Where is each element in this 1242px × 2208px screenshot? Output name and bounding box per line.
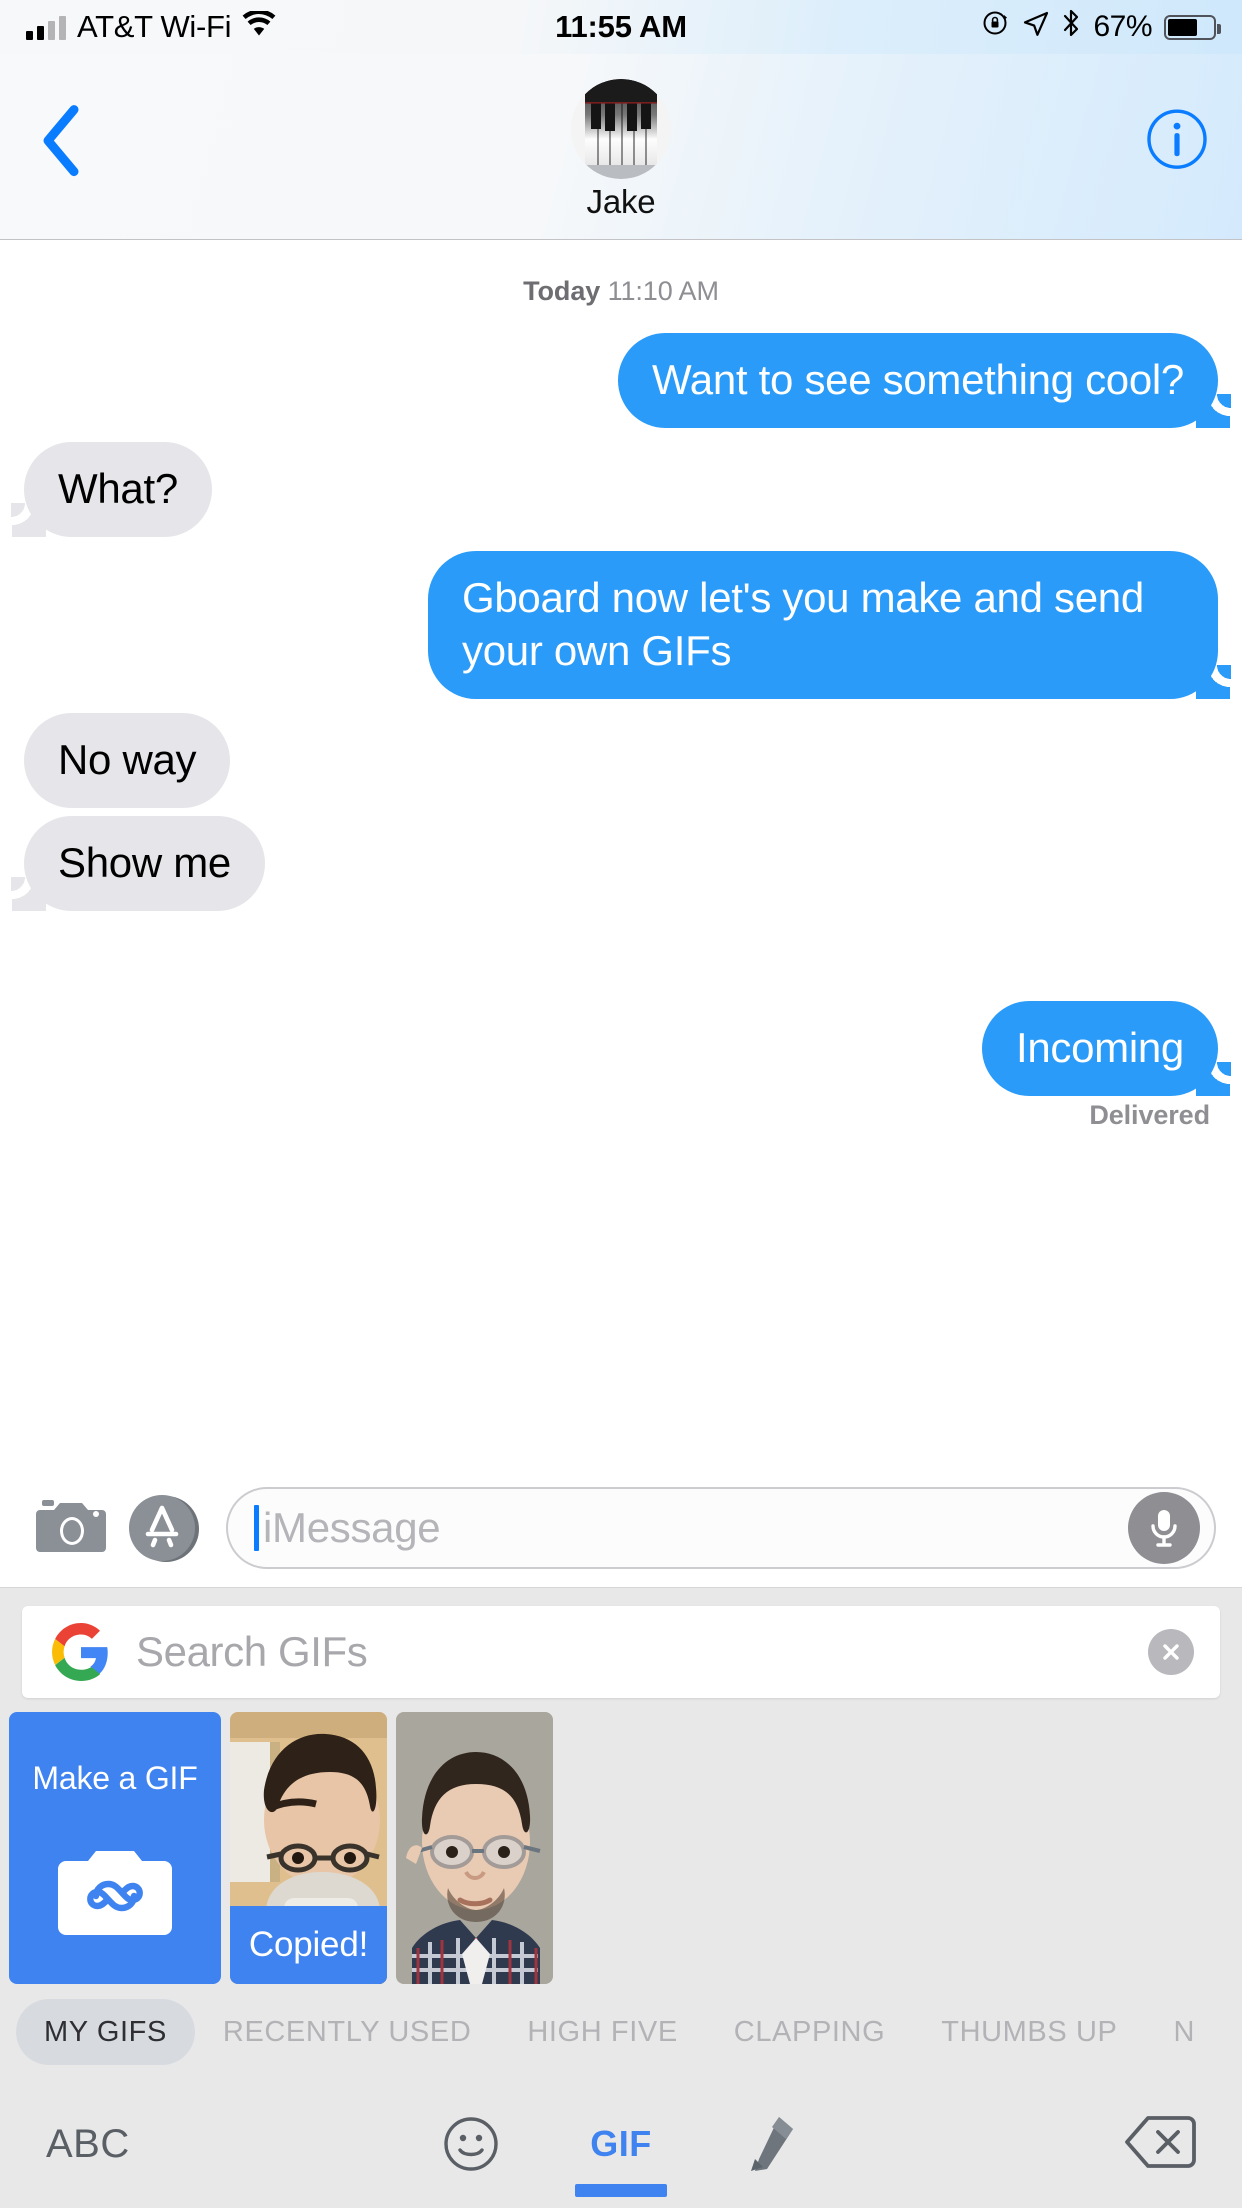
app-store-button[interactable] (118, 1482, 210, 1574)
info-button[interactable] (1146, 108, 1208, 175)
gif-tile[interactable]: Copied! (230, 1712, 387, 1984)
message-row: No way (24, 713, 1218, 808)
message-bubble-incoming[interactable]: Show me (11, 816, 265, 911)
message-bubble-incoming[interactable]: What? (11, 442, 212, 537)
wifi-icon (242, 9, 276, 45)
message-bubble-outgoing[interactable]: Want to see something cool? (618, 333, 1231, 428)
message-row: What? (11, 442, 1218, 537)
info-circle-icon (1147, 108, 1207, 169)
contact-name: Jake (586, 182, 656, 220)
gif-search-placeholder: Search GIFs (136, 1628, 368, 1675)
day-time: 11:10 AM (607, 276, 719, 306)
gif-tile[interactable] (396, 1712, 553, 1984)
text-cursor (254, 1504, 259, 1551)
make-a-gif-label: Make a GIF (32, 1760, 198, 1796)
clear-circle-icon (1163, 1644, 1179, 1660)
avatar[interactable] (571, 78, 671, 179)
make-a-gif-tile[interactable]: Make a GIF (9, 1712, 221, 1984)
status-bar-right: 67% (981, 8, 1221, 46)
battery-icon (1164, 14, 1221, 40)
location-arrow-icon (1023, 9, 1049, 45)
gif-button[interactable]: GIF (573, 2123, 669, 2197)
message-input-field[interactable]: iMessage (226, 1486, 1216, 1569)
category-tab-recently-used[interactable]: RECENTLY USED (195, 1999, 499, 2065)
day-timestamp: Today 11:10 AM (24, 276, 1218, 307)
dictation-button[interactable] (1128, 1491, 1200, 1564)
gif-category-tabs[interactable]: MY GIFS RECENTLY USED HIGH FIVE CLAPPING… (0, 1984, 1242, 2080)
message-row: Want to see something cool? (24, 333, 1231, 428)
app-store-icon (129, 1494, 199, 1562)
sticker-button[interactable] (723, 2113, 819, 2175)
message-input-bar: iMessage (0, 1468, 1242, 1588)
messages-screen: AT&T Wi-Fi 11:55 AM 67% Jake Today 11:10… (0, 0, 1242, 2208)
gif-camera-loop-icon (56, 1839, 174, 1948)
message-placeholder: iMessage (263, 1503, 441, 1551)
status-bar: AT&T Wi-Fi 11:55 AM 67% (0, 0, 1242, 54)
keyboard-mode-switcher: GIF (0, 2113, 1242, 2197)
message-bubble-incoming[interactable]: No way (24, 713, 231, 808)
copied-badge: Copied! (230, 1906, 387, 1984)
emoji-smiley-icon (444, 2117, 498, 2171)
bluetooth-icon (1061, 8, 1081, 46)
gif-search-bar[interactable]: Search GIFs (22, 1606, 1220, 1698)
gif-tiles-row[interactable]: Make a GIF Copied! (0, 1712, 1242, 1984)
battery-percent-label: 67% (1093, 10, 1152, 43)
camera-button[interactable] (26, 1482, 118, 1574)
category-tab-clapping[interactable]: CLAPPING (706, 1999, 913, 2065)
category-tab-my-gifs[interactable]: MY GIFS (16, 1999, 195, 2065)
camera-icon (36, 1499, 106, 1552)
navigation-bar: Jake (0, 54, 1242, 240)
signal-bars-icon (26, 15, 66, 40)
microphone-icon (1151, 1509, 1177, 1547)
message-bubble-outgoing[interactable]: Gboard now let's you make and send your … (428, 551, 1231, 699)
gif-search-wrap: Search GIFs (0, 1588, 1242, 1712)
carrier-label: AT&T Wi-Fi (77, 9, 232, 44)
message-bubble-outgoing[interactable]: Incoming (981, 1001, 1232, 1096)
day-label: Today (523, 276, 601, 306)
person-portrait-plaid-shirt (396, 1712, 553, 1984)
rotation-lock-icon (981, 8, 1011, 46)
google-g-icon (52, 1623, 110, 1681)
piano-keys-avatar (571, 78, 671, 179)
delivery-receipt: Delivered (1089, 1100, 1210, 1130)
emoji-button[interactable] (423, 2115, 519, 2173)
message-row: Gboard now let's you make and send your … (24, 551, 1231, 699)
conversation-list[interactable]: Today 11:10 AM Want to see something coo… (0, 240, 1242, 1468)
contact-header[interactable]: Jake (571, 73, 671, 221)
back-button[interactable] (30, 100, 90, 180)
category-tab-next[interactable]: N (1145, 1999, 1223, 2065)
gif-keyboard: Search GIFs Make a GIF Copied! MY GIFS R… (0, 1588, 1242, 2080)
message-row: Show me (11, 816, 1218, 911)
category-tab-high-five[interactable]: HIGH FIVE (499, 1999, 705, 2065)
chevron-left-icon (43, 104, 79, 176)
category-tab-thumbs-up[interactable]: THUMBS UP (913, 1999, 1145, 2065)
status-bar-left: AT&T Wi-Fi (26, 9, 276, 45)
gif-button-label: GIF (590, 2123, 652, 2164)
gif-active-indicator (575, 2184, 667, 2197)
marker-pen-icon (751, 2117, 793, 2171)
message-row: Incoming (24, 1001, 1232, 1096)
clear-search-button[interactable] (1148, 1629, 1194, 1675)
keyboard-bottom-bar: ABC GIF (0, 2080, 1242, 2208)
